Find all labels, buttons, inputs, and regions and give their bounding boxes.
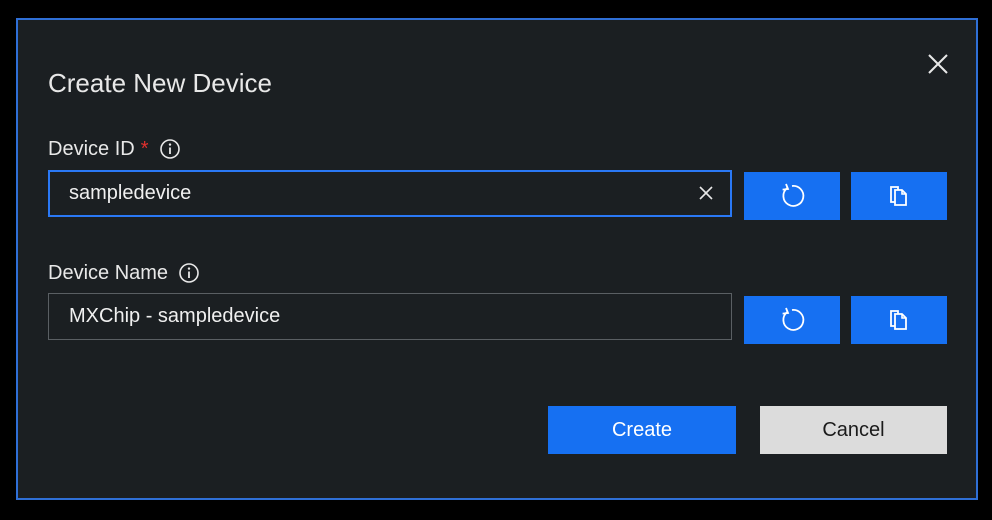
copy-device-id-button[interactable] <box>851 172 947 220</box>
device-name-label: Device Name <box>48 262 169 284</box>
copy-icon <box>890 310 907 330</box>
info-icon[interactable] <box>159 138 181 160</box>
clear-input-button[interactable] <box>696 183 716 203</box>
cancel-button[interactable]: Cancel <box>760 406 947 454</box>
regenerate-device-name-button[interactable] <box>744 296 840 344</box>
copy-device-name-button[interactable] <box>851 296 947 344</box>
dialog-title: Create New Device <box>48 68 272 98</box>
refresh-icon <box>782 307 805 331</box>
info-icon[interactable] <box>178 262 200 284</box>
device-id-label-row: Device ID * <box>48 137 181 161</box>
device-name-input[interactable] <box>48 293 732 340</box>
copy-icon <box>890 186 907 206</box>
clear-icon <box>699 186 713 200</box>
device-id-label: Device ID <box>48 138 135 160</box>
close-button[interactable] <box>924 50 952 78</box>
regenerate-device-id-button[interactable] <box>744 172 840 220</box>
device-name-label-row: Device Name <box>48 261 200 285</box>
close-icon <box>928 54 948 74</box>
refresh-icon <box>782 183 805 207</box>
create-button[interactable]: Create <box>548 406 736 454</box>
device-id-input[interactable] <box>48 170 732 217</box>
create-device-dialog: Create New Device Device ID * sampledevi… <box>16 18 978 500</box>
required-marker: * <box>140 138 149 160</box>
